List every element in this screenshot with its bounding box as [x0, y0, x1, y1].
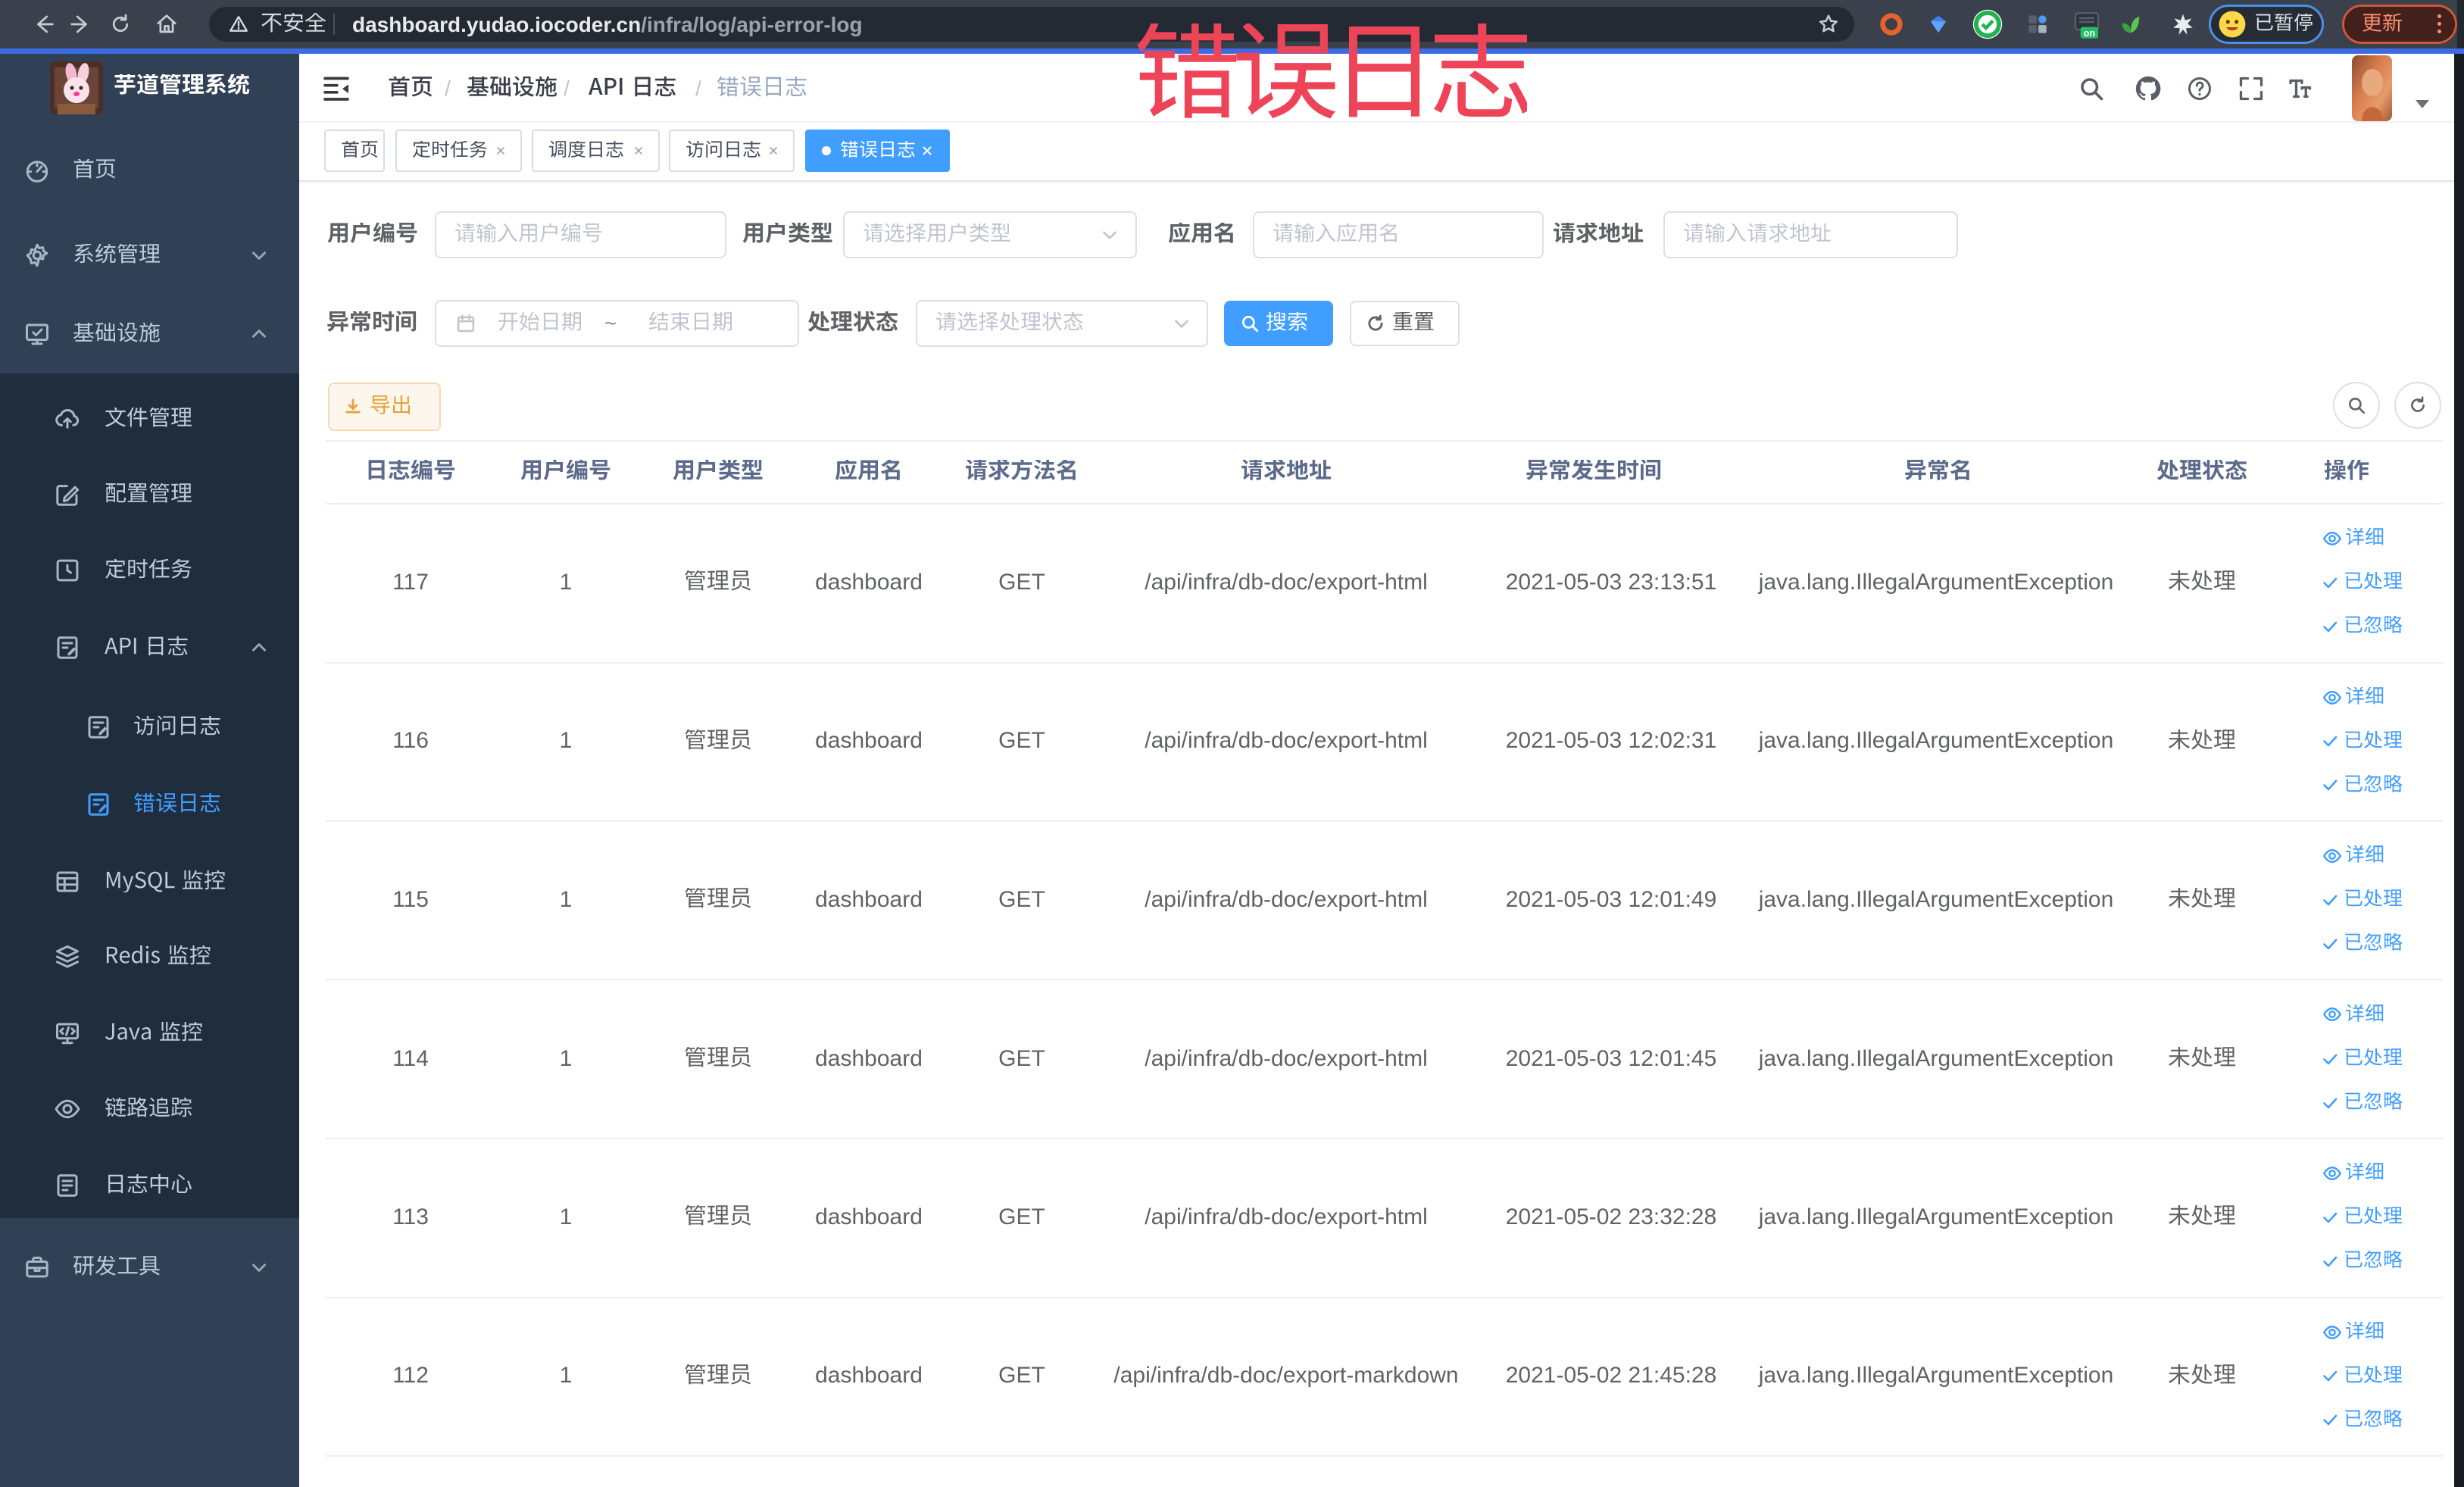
- svg-text:on: on: [2084, 28, 2095, 39]
